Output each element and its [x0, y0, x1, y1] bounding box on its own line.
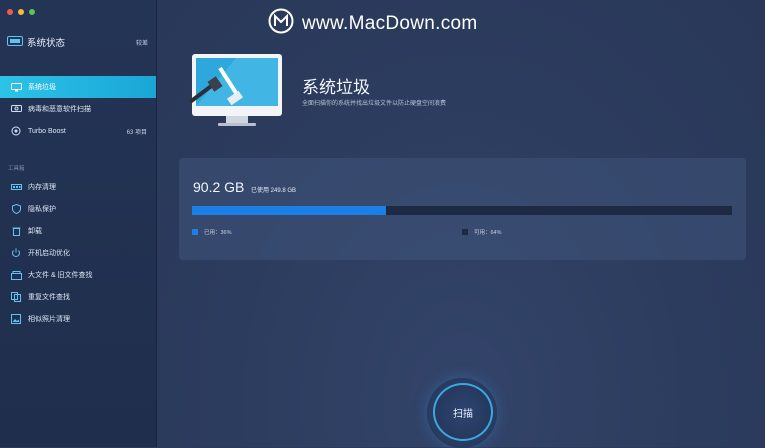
sidebar-item-privacy[interactable]: 隐私保护 — [0, 198, 156, 220]
monitor-clean-icon — [10, 81, 22, 93]
sidebar-item-malware-scan[interactable]: 病毒和恶意软件扫描 — [0, 98, 156, 120]
system-status-title: 系统状态 — [27, 38, 66, 49]
macdown-logo-icon — [268, 8, 294, 39]
sidebar-item-memory-cleanup[interactable]: 内存清理 — [0, 176, 156, 198]
legend-free-label: 可用：64% — [474, 230, 502, 236]
sidebar-item-label: 大文件 & 旧文件查找 — [28, 272, 93, 279]
window-controls — [7, 9, 35, 15]
sidebar-item-duplicate-files[interactable]: 重复文件查找 — [0, 286, 156, 308]
shield-icon — [10, 203, 22, 215]
legend-used-swatch — [192, 229, 198, 235]
sidebar-item-label: 内存清理 — [28, 184, 56, 191]
sidebar-item-label: Turbo Boost — [28, 127, 66, 135]
memory-icon — [10, 181, 22, 193]
trash-icon — [10, 225, 22, 237]
system-status-header[interactable]: 系统状态 较差 — [7, 34, 148, 50]
watermark-text: www.MacDown.com — [302, 12, 478, 34]
zoom-window-button[interactable] — [29, 9, 35, 15]
watermark: www.MacDown.com — [268, 8, 478, 39]
sidebar-item-label: 重复文件查找 — [28, 294, 70, 301]
legend-used-label: 已用：36% — [204, 230, 232, 236]
sidebar-item-large-old-files[interactable]: 大文件 & 旧文件查找 — [0, 264, 156, 286]
page-title: 系统垃圾 — [302, 78, 370, 97]
close-window-button[interactable] — [7, 9, 13, 15]
system-junk-illustration — [186, 52, 286, 135]
photo-icon — [10, 313, 22, 325]
sidebar-item-label: 病毒和恶意软件扫描 — [28, 106, 91, 113]
page-subtitle: 全面扫描你的系统并找出垃圾文件以防止硬盘空间浪费 — [302, 101, 447, 107]
disk-usage-card: 90.2 GB 已使用 249.8 GB 已用：36% 可用：64% — [179, 158, 746, 260]
turbo-boost-count: 63 项目 — [126, 129, 147, 136]
sidebar-item-label: 开机启动优化 — [28, 250, 70, 257]
disk-usage-bar — [192, 206, 732, 215]
legend-free: 可用：64% — [462, 228, 502, 236]
file-cabinet-icon — [10, 269, 22, 281]
sidebar-item-uninstaller[interactable]: 卸载 — [0, 220, 156, 242]
disk-usage-bar-fill — [192, 206, 387, 215]
scan-button[interactable]: 扫描 — [433, 383, 493, 441]
sidebar-item-similar-photos[interactable]: 相似照片清理 — [0, 308, 156, 330]
minimize-window-button[interactable] — [18, 9, 24, 15]
system-status-badge: 较差 — [135, 40, 148, 47]
sidebar-item-turbo-boost[interactable]: Turbo Boost 63 项目 — [0, 120, 156, 142]
sidebar-item-label: 系统垃圾 — [28, 84, 56, 91]
sidebar-item-system-junk[interactable]: 系统垃圾 — [0, 76, 156, 98]
power-icon — [10, 247, 22, 259]
virus-scan-icon — [10, 103, 22, 115]
disk-used-text: 已使用 249.8 GB — [251, 188, 297, 194]
legend-free-swatch — [462, 229, 468, 235]
sidebar-item-label: 相似照片清理 — [28, 316, 70, 323]
sidebar-item-label: 卸载 — [28, 228, 42, 235]
system-status-icon — [7, 33, 23, 51]
tools-section-label: 工具箱 — [8, 166, 25, 172]
sidebar: 系统状态 较差 系统垃圾 病毒和恶意软件扫描 Turbo Boost 63 项目… — [0, 0, 157, 447]
rocket-icon — [10, 125, 22, 137]
legend-used: 已用：36% — [192, 228, 232, 236]
duplicate-files-icon — [10, 291, 22, 303]
disk-size: 90.2 GB — [193, 179, 245, 195]
sidebar-item-label: 隐私保护 — [28, 206, 56, 213]
sidebar-item-startup-optimization[interactable]: 开机启动优化 — [0, 242, 156, 264]
